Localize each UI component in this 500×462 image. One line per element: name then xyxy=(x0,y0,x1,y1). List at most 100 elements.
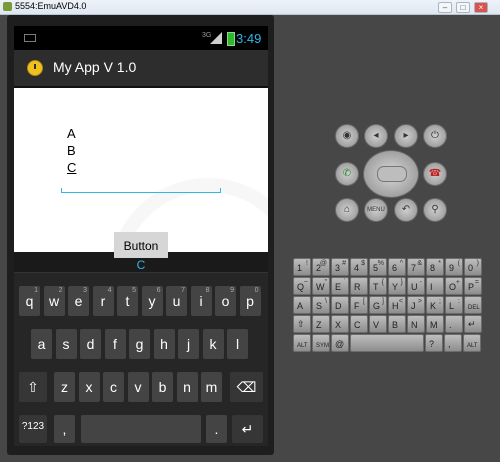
key-g[interactable]: g xyxy=(129,329,150,359)
key-a[interactable]: a xyxy=(31,329,52,359)
hw-key[interactable]: J > xyxy=(407,296,425,314)
back-icon[interactable]: ↶ xyxy=(394,198,418,222)
volume-down-icon[interactable]: ◂ xyxy=(364,124,388,148)
key-y[interactable]: y6 xyxy=(141,286,163,316)
hw-key[interactable]: M xyxy=(426,315,444,333)
key-w[interactable]: w2 xyxy=(43,286,65,316)
hw-key[interactable]: S \ xyxy=(312,296,330,314)
list-item[interactable]: C xyxy=(67,160,76,175)
search-icon[interactable]: ⚲ xyxy=(423,198,447,222)
close-button[interactable]: × xyxy=(474,2,488,13)
comma-key[interactable]: , xyxy=(54,415,75,443)
hw-key[interactable]: N xyxy=(407,315,425,333)
key-d[interactable]: d xyxy=(80,329,101,359)
hw-key[interactable]: F[ xyxy=(350,296,368,314)
key-o[interactable]: o9 xyxy=(215,286,236,316)
hw-key[interactable]: ⇧ xyxy=(293,315,311,333)
hw-key[interactable]: L: xyxy=(445,296,463,314)
minimize-button[interactable]: – xyxy=(438,2,452,13)
hw-key[interactable]: R xyxy=(350,277,368,295)
backspace-icon[interactable]: ⌫ xyxy=(230,372,263,402)
hw-key[interactable]: 6 ^ xyxy=(388,258,406,276)
hw-key[interactable]: DEL xyxy=(464,296,482,314)
key-z[interactable]: z xyxy=(54,372,75,402)
key-v[interactable]: v xyxy=(127,372,149,402)
hw-key[interactable]: C xyxy=(350,315,368,333)
hw-key[interactable]: , xyxy=(444,334,462,352)
hw-key[interactable]: X xyxy=(331,315,349,333)
hw-key[interactable]: 1! xyxy=(293,258,311,276)
hw-key[interactable]: 4 $ xyxy=(350,258,368,276)
hw-key[interactable]: O + xyxy=(445,277,463,295)
hw-key[interactable]: K; xyxy=(426,296,444,314)
hw-key[interactable]: SYM xyxy=(312,334,330,352)
app-button[interactable]: Button xyxy=(114,232,168,258)
hw-key[interactable]: 9( xyxy=(445,258,463,276)
key-r[interactable]: r4 xyxy=(92,286,114,316)
key-n[interactable]: n xyxy=(176,372,198,402)
key-p[interactable]: p0 xyxy=(239,286,261,316)
hw-key[interactable]: Y} xyxy=(388,277,406,295)
hw-key[interactable]: ALT xyxy=(463,334,481,352)
power-icon[interactable]: ⏻ xyxy=(423,124,447,148)
hw-key[interactable]: G] xyxy=(369,296,387,314)
hw-key[interactable]: 5% xyxy=(369,258,387,276)
hw-key[interactable]: P = xyxy=(464,277,482,295)
list-item[interactable]: A xyxy=(67,126,76,141)
key-f[interactable]: f xyxy=(104,329,126,359)
dpad[interactable] xyxy=(363,150,419,198)
text-input[interactable] xyxy=(61,192,221,193)
hw-key[interactable]: D xyxy=(331,296,349,314)
hw-key[interactable]: Z xyxy=(312,315,330,333)
home-icon[interactable]: ⌂ xyxy=(335,198,359,222)
suggestion-word[interactable]: C xyxy=(14,258,268,272)
key-u[interactable]: u7 xyxy=(166,286,187,316)
hw-key[interactable]: 7 & xyxy=(407,258,425,276)
hw-key[interactable]: I xyxy=(426,277,444,295)
hw-key[interactable]: T{ xyxy=(369,277,387,295)
hw-key[interactable]: W " xyxy=(312,277,330,295)
hw-key[interactable]: B xyxy=(388,315,406,333)
hw-key[interactable] xyxy=(350,334,424,352)
end-call-icon[interactable]: ☎ xyxy=(423,162,447,186)
hw-key[interactable]: V xyxy=(369,315,387,333)
camera-icon[interactable]: ◉ xyxy=(335,124,359,148)
key-q[interactable]: q1 xyxy=(19,286,40,316)
numbers-key[interactable]: ?123 xyxy=(19,415,47,443)
enter-icon[interactable]: ↵ xyxy=(232,415,263,443)
hw-key[interactable]: 3 # xyxy=(331,258,349,276)
hw-key[interactable]: ↵ xyxy=(464,315,482,333)
hw-key[interactable]: 8 * xyxy=(426,258,444,276)
key-c[interactable]: c xyxy=(103,372,124,402)
hw-key[interactable]: H < xyxy=(388,296,406,314)
period-key[interactable]: . xyxy=(206,415,227,443)
key-i[interactable]: i8 xyxy=(190,286,212,316)
key-t[interactable]: t5 xyxy=(117,286,138,316)
hw-key[interactable]: @ xyxy=(331,334,349,352)
key-k[interactable]: k xyxy=(202,329,224,359)
hw-key[interactable]: E ´ xyxy=(331,277,349,295)
volume-up-icon[interactable]: ▸ xyxy=(394,124,418,148)
key-b[interactable]: b xyxy=(152,372,173,402)
hw-key[interactable]: A xyxy=(293,296,311,314)
hw-key[interactable]: 2 @ xyxy=(312,258,330,276)
dpad-center[interactable] xyxy=(377,166,407,182)
key-s[interactable]: s xyxy=(55,329,77,359)
call-icon[interactable]: ✆ xyxy=(335,162,359,186)
app-clock-icon[interactable] xyxy=(27,60,43,76)
hw-key[interactable]: ? xyxy=(425,334,443,352)
key-h[interactable]: h xyxy=(153,329,175,359)
key-x[interactable]: x xyxy=(78,372,100,402)
key-m[interactable]: m xyxy=(201,372,222,402)
space-key[interactable] xyxy=(81,415,201,443)
hw-key[interactable]: ALT xyxy=(293,334,311,352)
shift-icon[interactable]: ⇧ xyxy=(19,372,47,402)
list-item[interactable]: B xyxy=(67,143,76,158)
key-j[interactable]: j xyxy=(178,329,199,359)
hw-key[interactable]: Q ~ xyxy=(293,277,311,295)
hw-key[interactable]: U- xyxy=(407,277,425,295)
menu-button[interactable]: MENU xyxy=(364,198,388,222)
hw-key[interactable]: . xyxy=(445,315,463,333)
hw-key[interactable]: 0) xyxy=(464,258,482,276)
key-e[interactable]: e3 xyxy=(68,286,89,316)
